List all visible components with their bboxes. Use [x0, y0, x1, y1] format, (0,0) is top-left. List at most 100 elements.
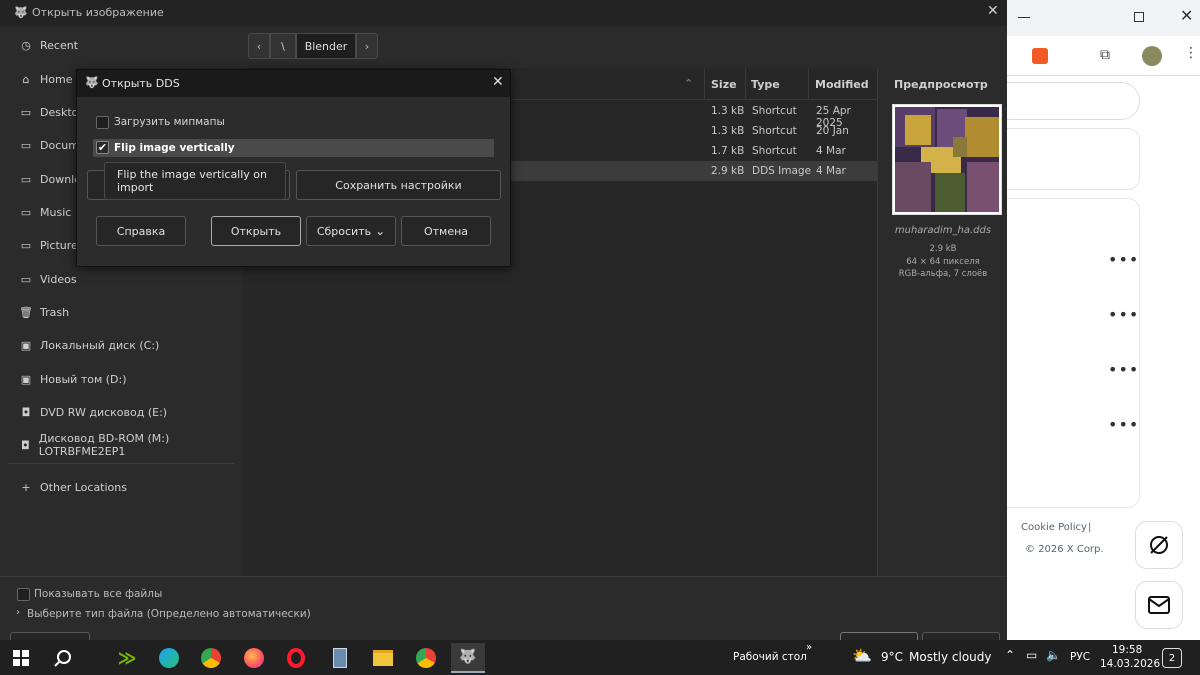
- help-button[interactable]: Справка: [96, 216, 186, 246]
- taskbar-gimp[interactable]: 🐺: [451, 643, 485, 673]
- file-modified: 4 Mar: [816, 165, 846, 177]
- folder-icon: ▭: [20, 172, 32, 186]
- preview-pane: Предпросмотр muharadim_ha.dds 2.9 kB 64 …: [877, 68, 1007, 576]
- sidebar-item-trash[interactable]: 🗑 Trash: [0, 297, 242, 327]
- gimp-icon: 🐺: [459, 649, 477, 665]
- close-icon[interactable]: ✕: [987, 3, 999, 19]
- minimize-icon[interactable]: [1018, 17, 1030, 18]
- sort-arrow-icon[interactable]: ⌃: [684, 77, 693, 90]
- load-mipmaps-checkbox[interactable]: [96, 116, 109, 129]
- optical-drive-icon: ◘: [21, 438, 30, 452]
- search-box[interactable]: [984, 82, 1140, 120]
- sidebar-item-label: Локальный диск (C:): [40, 338, 160, 352]
- file-type: DDS Image: [752, 165, 812, 177]
- card-top: [984, 128, 1140, 190]
- desktop-toolbar-label[interactable]: Рабочий стол: [733, 651, 807, 663]
- taskbar-nvidia[interactable]: ≫: [110, 643, 144, 673]
- show-all-files-checkbox[interactable]: [17, 588, 30, 601]
- more-icon[interactable]: •••: [1108, 250, 1139, 269]
- weather-cloud-icon: ⛅: [852, 646, 872, 665]
- sidebar-item-label: Music: [40, 205, 72, 219]
- sidebar-item-label: Trash: [40, 305, 70, 319]
- reset-button[interactable]: Сбросить ⌄: [306, 216, 396, 246]
- sidebar-divider: [8, 463, 234, 464]
- browser-titlebar: [1004, 0, 1200, 36]
- folder-icon: [373, 650, 393, 666]
- profile-avatar[interactable]: [1142, 46, 1162, 66]
- footer-separator: |: [1088, 522, 1092, 533]
- file-type: Shortcut: [752, 125, 797, 137]
- sidebar-item-drive-c[interactable]: ▣ Локальный диск (C:): [0, 330, 242, 360]
- home-icon: ⌂: [22, 72, 30, 86]
- sidebar-item-videos[interactable]: ▭ Videos: [0, 264, 242, 294]
- close-window-icon[interactable]: ✕: [1180, 6, 1193, 25]
- flip-tooltip: Flip the image vertically on import: [104, 162, 286, 200]
- optical-drive-icon: ◘: [21, 405, 31, 419]
- sidebar-item-recent[interactable]: ◷ Recent: [0, 30, 242, 60]
- extension-icon[interactable]: [1032, 48, 1048, 64]
- network-icon[interactable]: ▭: [1026, 648, 1037, 662]
- clock-date[interactable]: 14.03.2026: [1100, 658, 1160, 670]
- save-settings-button[interactable]: Сохранить настройки: [296, 170, 501, 200]
- more-icon[interactable]: •••: [1108, 360, 1139, 379]
- restore-icon[interactable]: [1134, 12, 1144, 22]
- taskbar-opera[interactable]: [279, 643, 313, 673]
- column-header-modified[interactable]: Modified: [815, 68, 869, 100]
- flip-vertical-checkbox[interactable]: ✔: [96, 141, 109, 154]
- more-icon[interactable]: •••: [1108, 305, 1139, 324]
- file-type: Shortcut: [752, 145, 797, 157]
- search-button[interactable]: [46, 643, 80, 673]
- file-size: 1.3 kB: [711, 105, 745, 117]
- calculator-icon: [333, 648, 347, 668]
- edge-icon: [159, 648, 179, 668]
- weather-desc[interactable]: Mostly cloudy: [909, 650, 992, 664]
- volume-icon[interactable]: 🔈: [1046, 648, 1061, 662]
- sidebar-item-bdrom-m[interactable]: ◘ Дисковод BD-ROM (M:) LOTRBFME2EP1: [0, 430, 242, 460]
- clock-time[interactable]: 19:58: [1112, 644, 1142, 656]
- browser-menu-icon[interactable]: ⋮: [1184, 45, 1198, 61]
- path-forward-button[interactable]: ›: [356, 33, 378, 59]
- language-indicator[interactable]: РУС: [1070, 651, 1090, 663]
- cancel-button[interactable]: Отмена: [401, 216, 491, 246]
- footer-cookie-policy[interactable]: Cookie Policy: [1021, 522, 1087, 533]
- grok-icon: [1150, 536, 1168, 554]
- taskbar-firefox[interactable]: [237, 643, 271, 673]
- chevron-up-icon[interactable]: ⌃: [1005, 648, 1015, 662]
- start-button[interactable]: [4, 643, 38, 673]
- sidebar-item-label: Home: [40, 72, 73, 86]
- sidebar-item-drive-d[interactable]: ▣ Новый том (D:): [0, 364, 242, 394]
- path-segment-blender[interactable]: Blender: [296, 33, 356, 59]
- expander-arrow-icon[interactable]: ›: [16, 607, 20, 618]
- taskbar-chrome[interactable]: [194, 643, 228, 673]
- weather-temp[interactable]: 9°C: [881, 650, 903, 664]
- file-size: 1.7 kB: [711, 145, 745, 157]
- grok-button[interactable]: [1135, 521, 1183, 569]
- open-button[interactable]: Открыть: [211, 216, 301, 246]
- taskbar-calculator[interactable]: [323, 643, 357, 673]
- preview-thumbnail: [892, 104, 1002, 215]
- sidebar-item-dvd-e[interactable]: ◘ DVD RW дисковод (E:): [0, 397, 242, 427]
- notification-button[interactable]: 2: [1162, 648, 1182, 668]
- reset-button-label: Сбросить: [316, 224, 372, 238]
- mail-icon: [1148, 596, 1170, 614]
- column-divider: [745, 68, 746, 100]
- column-header-size[interactable]: Size: [711, 68, 737, 100]
- gimp-icon: 🐺: [14, 6, 28, 19]
- folder-icon: ▭: [20, 105, 32, 119]
- path-back-button[interactable]: ‹: [248, 33, 270, 59]
- taskbar-chrome-2[interactable]: [409, 643, 443, 673]
- puzzle-icon[interactable]: ⧉: [1100, 47, 1110, 63]
- file-type-expander[interactable]: Выберите тип файла (Определено автоматич…: [27, 608, 311, 620]
- sidebar-item-other-locations[interactable]: + Other Locations: [0, 472, 242, 502]
- double-chevron-icon[interactable]: »: [806, 642, 812, 653]
- messages-button[interactable]: [1135, 581, 1183, 629]
- folder-icon: ▭: [20, 272, 32, 286]
- path-segment-root[interactable]: \: [270, 33, 296, 59]
- load-mipmaps-label: Загрузить мипмапы: [114, 116, 225, 128]
- more-icon[interactable]: •••: [1108, 415, 1139, 434]
- taskbar-explorer[interactable]: [366, 643, 400, 673]
- column-header-type[interactable]: Type: [751, 68, 780, 100]
- close-icon[interactable]: ✕: [492, 74, 504, 90]
- taskbar-edge[interactable]: [152, 643, 186, 673]
- window-title: Открыть изображение: [32, 6, 164, 19]
